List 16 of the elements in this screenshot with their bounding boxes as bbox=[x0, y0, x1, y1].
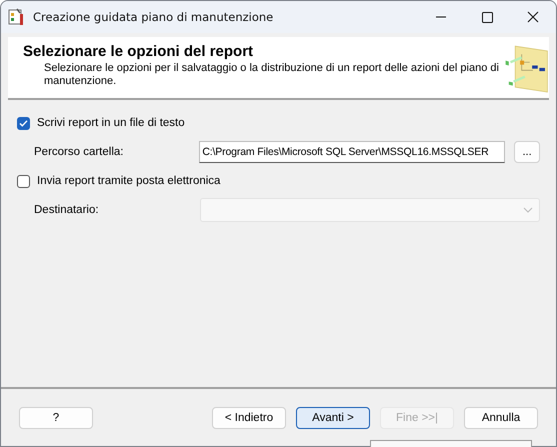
wizard-button[interactable]: < Indietro bbox=[212, 406, 286, 428]
page-title: Selezionare le opzioni del report bbox=[23, 43, 254, 60]
chevron-down-icon bbox=[523, 207, 533, 213]
wizard-button[interactable]: ? bbox=[19, 406, 93, 428]
wizard-icon bbox=[7, 8, 25, 26]
wizard-button[interactable]: Annulla bbox=[464, 406, 538, 428]
window-title: Creazione guidata piano di manutenzione bbox=[33, 10, 274, 24]
checkmark-icon bbox=[19, 118, 28, 128]
field-label: Percorso cartella: bbox=[33, 146, 124, 158]
browse-button[interactable]: ... bbox=[514, 141, 540, 163]
checkbox[interactable]: Scrivi report in un file di testo bbox=[17, 116, 185, 130]
field-label: Destinatario: bbox=[33, 204, 100, 216]
page-description: Selezionare le opzioni per il salvataggio o la distribuzione di un report delle azioni del piano di manutenzione. bbox=[44, 62, 500, 88]
wizard-button[interactable]: Avanti > bbox=[296, 406, 370, 428]
checkbox[interactable]: Invia report tramite posta elettronica bbox=[17, 174, 220, 188]
folder-path-field[interactable]: C:\Program Files\Microsoft SQL Server\MSSQL16.MSSQLSER bbox=[199, 141, 506, 163]
